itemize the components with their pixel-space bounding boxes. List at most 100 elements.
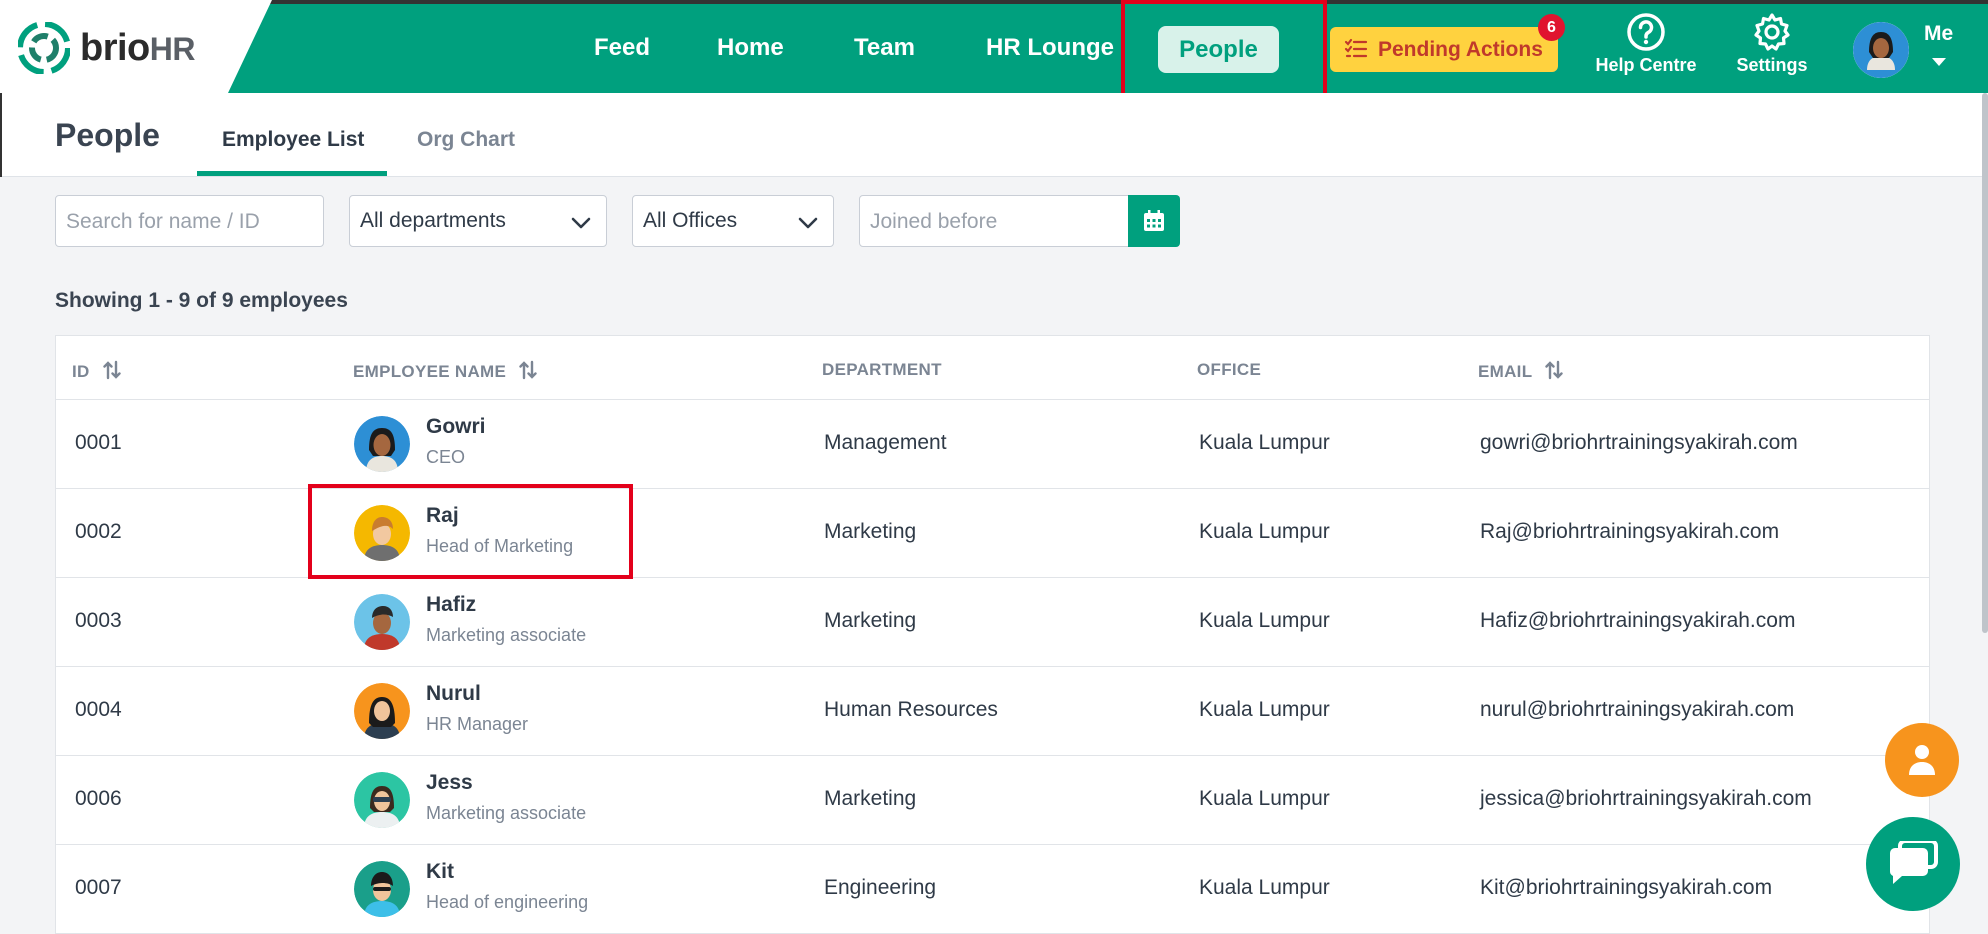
- employee-name[interactable]: Raj: [426, 504, 459, 528]
- employee-department: Management: [824, 431, 947, 454]
- nav-hr-lounge[interactable]: HR Lounge: [986, 33, 1114, 63]
- employee-email: nurul@briohrtrainingsyakirah.com: [1480, 698, 1795, 721]
- employee-title: Head of engineering: [426, 892, 589, 912]
- employee-title: Head of Marketing: [426, 536, 574, 556]
- nav-feed[interactable]: Feed: [594, 33, 650, 63]
- employee-name[interactable]: Kit: [426, 860, 454, 884]
- people-fab-button[interactable]: [1885, 723, 1959, 797]
- chat-icon: [1890, 841, 1938, 884]
- employee-name[interactable]: Gowri: [426, 415, 486, 439]
- employee-email: gowri@briohrtrainingsyakirah.com: [1480, 431, 1798, 454]
- calendar-button[interactable]: [1128, 195, 1180, 247]
- table-row[interactable]: 0006 Jess Marketing associate Marketing …: [56, 756, 1929, 845]
- employee-avatar: [354, 505, 410, 561]
- employee-department: Marketing: [824, 520, 917, 543]
- table-row[interactable]: 0002 Raj Head of Marketing Marketing Kua…: [56, 489, 1929, 578]
- gear-icon: [1754, 13, 1790, 51]
- employee-avatar: [354, 594, 410, 650]
- department-select[interactable]: All departments: [349, 195, 607, 247]
- pending-count-badge: 6: [1538, 14, 1565, 41]
- employee-avatar: [354, 416, 410, 472]
- employee-id: 0001: [75, 431, 122, 454]
- search-placeholder: Search for name / ID: [66, 210, 260, 233]
- me-label[interactable]: Me: [1924, 22, 1953, 46]
- employee-avatar: [354, 683, 410, 739]
- nav-people[interactable]: People: [1158, 26, 1279, 73]
- employee-email: Kit@briohrtrainingsyakirah.com: [1480, 876, 1773, 899]
- department-select-value: All departments: [360, 209, 506, 232]
- office-select[interactable]: All Offices: [632, 195, 834, 247]
- calendar-icon: [1144, 210, 1164, 231]
- header-department: DEPARTMENT: [822, 360, 942, 379]
- top-navbar: brioHR Feed Home Team HR Lounge People P…: [0, 0, 1988, 93]
- employee-table: ID EMPLOYEE NAME DEPARTMENT OFFICE EMAIL…: [55, 335, 1930, 934]
- employee-id: 0006: [75, 787, 122, 810]
- employee-id: 0003: [75, 609, 122, 632]
- sort-icon[interactable]: [519, 360, 537, 380]
- employee-title: Marketing associate: [426, 803, 587, 823]
- settings-button[interactable]: Settings: [1728, 12, 1816, 76]
- employee-name[interactable]: Jess: [426, 771, 473, 795]
- employee-office: Kuala Lumpur: [1199, 431, 1330, 454]
- page-scrollbar[interactable]: [1982, 93, 1988, 633]
- checklist-icon: [1344, 38, 1368, 58]
- table-row[interactable]: 0004 Nurul HR Manager Human Resources Ku…: [56, 667, 1929, 756]
- employee-id: 0002: [75, 520, 122, 543]
- settings-label: Settings: [1736, 55, 1808, 75]
- employee-office: Kuala Lumpur: [1199, 520, 1330, 543]
- brand-name: brioHR: [80, 27, 196, 69]
- joined-before-input[interactable]: Joined before: [859, 195, 1129, 247]
- header-office: OFFICE: [1197, 360, 1262, 379]
- pending-actions-button[interactable]: Pending Actions: [1330, 27, 1558, 72]
- chat-fab-button[interactable]: [1866, 817, 1960, 911]
- employee-office: Kuala Lumpur: [1199, 876, 1330, 899]
- employee-id: 0004: [75, 698, 122, 721]
- page-title: People: [55, 117, 160, 153]
- nav-home[interactable]: Home: [717, 33, 784, 63]
- table-row[interactable]: 0001 Gowri CEO Management Kuala Lumpur g…: [56, 400, 1929, 489]
- employee-email: jessica@briohrtrainingsyakirah.com: [1480, 787, 1812, 810]
- nav-team[interactable]: Team: [854, 33, 915, 63]
- help-icon: [1627, 13, 1665, 51]
- help-centre-label: Help Centre: [1595, 55, 1697, 75]
- employee-title: Marketing associate: [426, 625, 587, 645]
- table-row[interactable]: 0007 Kit Head of engineering Engineering…: [56, 845, 1929, 934]
- employee-name[interactable]: Hafiz: [426, 593, 476, 617]
- window-left-border: [0, 93, 2, 177]
- employee-office: Kuala Lumpur: [1199, 609, 1330, 632]
- person-icon: [1909, 745, 1935, 775]
- table-row[interactable]: 0003 Hafiz Marketing associate Marketing…: [56, 578, 1929, 667]
- employee-email: Hafiz@briohrtrainingsyakirah.com: [1480, 609, 1796, 632]
- header-employee-name[interactable]: EMPLOYEE NAME: [353, 360, 537, 382]
- employee-department: Marketing: [824, 787, 917, 810]
- sort-icon[interactable]: [1545, 360, 1563, 380]
- employee-id: 0007: [75, 876, 122, 899]
- brio-logo-icon: [18, 22, 70, 74]
- page-subheader: People Employee List Org Chart: [0, 93, 1988, 177]
- header-id[interactable]: ID: [72, 360, 121, 382]
- brand-area[interactable]: brioHR: [0, 0, 272, 93]
- help-centre-button[interactable]: Help Centre: [1590, 12, 1702, 76]
- tab-org-chart[interactable]: Org Chart: [417, 127, 515, 153]
- office-select-value: All Offices: [643, 209, 738, 232]
- results-summary: Showing 1 - 9 of 9 employees: [55, 289, 348, 312]
- header-email[interactable]: EMAIL: [1478, 360, 1563, 382]
- employee-name[interactable]: Nurul: [426, 682, 481, 706]
- table-header: ID EMPLOYEE NAME DEPARTMENT OFFICE EMAIL: [56, 336, 1929, 400]
- employee-title: HR Manager: [426, 714, 529, 734]
- user-avatar[interactable]: [1853, 22, 1909, 78]
- chevron-down-icon: [571, 217, 591, 229]
- search-input[interactable]: Search for name / ID: [55, 195, 324, 247]
- sort-icon[interactable]: [102, 360, 121, 380]
- me-caret-icon[interactable]: [1932, 58, 1946, 66]
- employee-department: Human Resources: [824, 698, 998, 721]
- employee-avatar: [354, 861, 410, 917]
- employee-department: Marketing: [824, 609, 917, 632]
- chevron-down-icon: [798, 217, 818, 229]
- employee-avatar: [354, 772, 410, 828]
- tab-employee-list[interactable]: Employee List: [222, 127, 364, 153]
- employee-title: CEO: [426, 447, 466, 467]
- window-top-border: [0, 0, 1988, 4]
- user-avatar-image: [1853, 22, 1909, 78]
- employee-email: Raj@briohrtrainingsyakirah.com: [1480, 520, 1780, 543]
